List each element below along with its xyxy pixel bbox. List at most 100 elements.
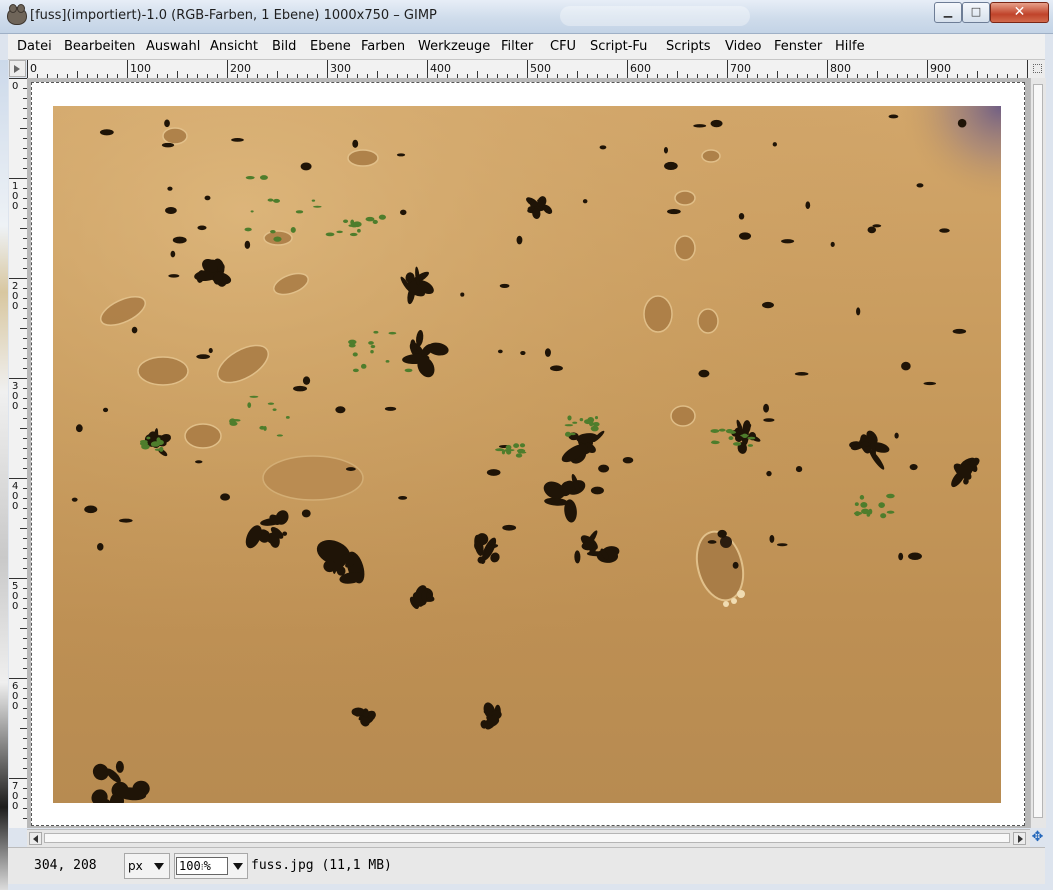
close-button[interactable]: ✕ [990,2,1049,23]
green-sprig [747,444,754,447]
zoom-input[interactable]: 100⁝% [176,857,228,875]
vertical-ruler[interactable]: 0 100 200 300 400 500 600 700 [9,78,28,828]
seaweed-speck [352,139,359,148]
seaweed-speck [776,543,788,547]
menu-ebene[interactable]: Ebene [310,39,351,54]
green-sprig [880,513,887,519]
menu-scripts[interactable]: Scripts [666,39,710,54]
green-sprig [519,443,526,448]
seaweed-speck [582,199,588,204]
menu-farben[interactable]: Farben [361,39,405,54]
seaweed-speck [909,463,918,471]
quick-mask-icon[interactable] [9,60,26,77]
green-sprig [159,446,164,452]
hruler-label: 0 [30,62,37,75]
menu-cfu[interactable]: CFU [550,39,576,54]
vertical-scrollbar[interactable] [1030,78,1046,828]
seaweed-speck [97,543,104,551]
vertical-ruler-ticks: 0 1 0 0 2 0 0 3 0 0 4 0 0 5 0 0 6 0 0 7 0 0 [9,78,27,819]
green-sprig [290,227,296,233]
green-sprig [311,199,316,202]
menu-bearbeiten[interactable]: Bearbeiten [64,39,135,54]
scroll-left-button[interactable] [29,832,42,845]
seaweed-speck [781,239,795,244]
seaweed-speck [888,114,899,119]
pointer-coordinates: 304, 208 [34,858,97,873]
seaweed-speck [717,529,727,538]
seaweed-speck [805,201,811,210]
green-sprig [349,232,358,237]
seaweed-speck [581,541,595,551]
title-bar[interactable]: [fuss](importiert)-1.0 (RGB-Farben, 1 Eb… [0,0,1053,34]
chevron-down-icon[interactable] [233,863,243,870]
minimize-button[interactable]: ▁ [934,2,962,23]
chevron-down-icon[interactable] [154,863,164,870]
vruler-label: 300 [12,381,18,412]
horizontal-scrollbar[interactable] [27,829,1030,847]
menu-datei[interactable]: Datei [17,39,52,54]
seaweed-speck [766,470,772,477]
menu-bild[interactable]: Bild [272,39,296,54]
seaweed-speck [761,301,774,309]
seaweed-speck [502,524,517,531]
seaweed-speck [663,146,668,154]
hruler-label: 700 [730,62,751,75]
green-sprig [151,441,160,445]
hruler-label: 500 [530,62,551,75]
seaweed-speck [707,540,717,544]
green-sprig [741,433,748,438]
seaweed-speck [867,226,877,234]
green-sprig [859,495,865,500]
menu-fenster[interactable]: Fenster [774,39,822,54]
file-info: fuss.jpg (11,1 MB) [251,858,392,873]
green-sprig [295,210,304,214]
seaweed-speck [400,209,407,216]
green-sprig [385,359,390,363]
background-windows-edge [0,60,8,890]
seaweed-speck [396,153,406,157]
seaweed-speck [590,486,604,495]
seaweed-speck [894,432,899,439]
menu-werkzeuge[interactable]: Werkzeuge [418,39,490,54]
navigate-icon[interactable]: ✥ [1030,829,1045,846]
menu-hilfe[interactable]: Hilfe [835,39,865,54]
vertical-scroll-thumb[interactable] [1033,84,1043,818]
navigation-corner[interactable] [1030,60,1045,78]
green-sprig [725,428,734,434]
green-sprig [710,440,720,445]
seaweed-speck [520,350,526,356]
horizontal-ruler[interactable]: 0 100 200 300 400 500 600 700 800 900 [27,60,1030,79]
menu-script-fu[interactable]: Script-Fu [590,39,647,54]
menu-filter[interactable]: Filter [501,39,533,54]
menu-auswahl[interactable]: Auswahl [146,39,200,54]
green-sprig [564,424,574,427]
canvas-area[interactable] [27,78,1030,828]
background-taskbar-ghost [560,6,750,26]
vruler-label: 0 [12,81,18,92]
green-sprig [886,493,895,499]
menu-video[interactable]: Video [725,39,761,54]
green-sprig [370,350,374,354]
horizontal-scroll-thumb[interactable] [44,833,1010,843]
green-sprig [886,510,895,514]
menu-ansicht[interactable]: Ansicht [210,39,258,54]
zoom-suffix: % [203,859,211,873]
photo-drawing [53,106,1001,803]
green-sprig [273,236,282,242]
green-sprig [854,502,859,506]
seaweed-speck [859,441,871,447]
green-sprig [259,175,268,180]
seaweed-speck [664,161,678,171]
green-sprig [350,219,355,226]
scroll-right-button[interactable] [1013,832,1026,845]
green-sprig [352,352,358,357]
image-canvas[interactable] [31,82,1025,826]
seaweed-speck [220,493,231,501]
hruler-label: 300 [330,62,351,75]
green-sprig [247,402,252,408]
status-bar: 304, 208 px 100⁝% fuss.jpg (11,1 MB) [8,847,1045,884]
seaweed-speck [693,124,707,128]
maximize-button[interactable]: □ [962,2,990,23]
gimp-wilber-icon[interactable] [7,4,27,25]
green-sprig [285,415,290,419]
